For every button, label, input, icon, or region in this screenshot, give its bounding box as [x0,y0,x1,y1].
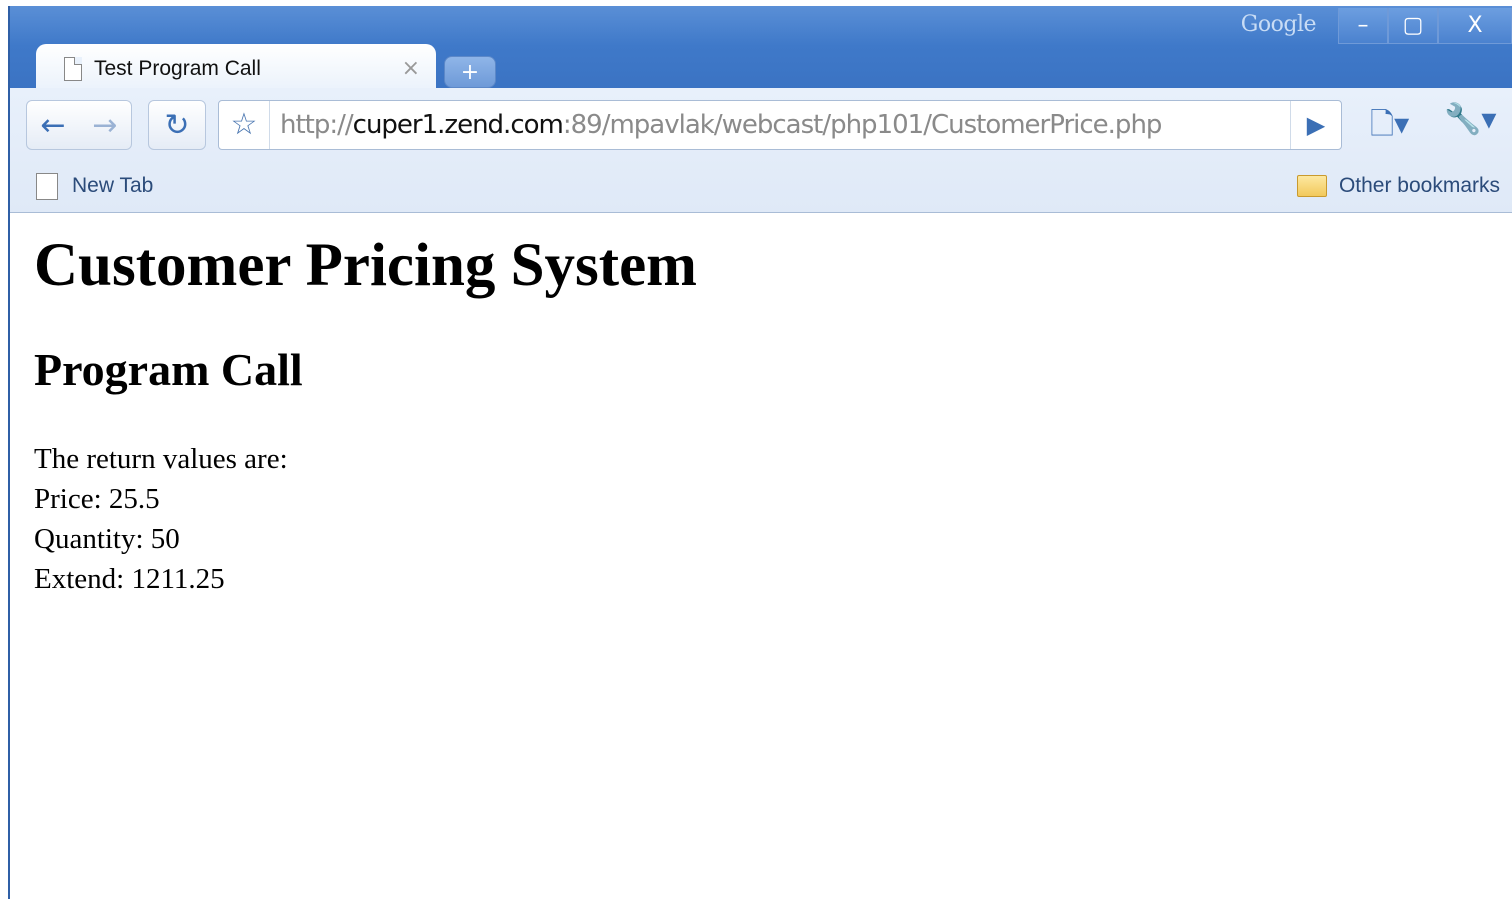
back-forward-group: ← → [26,100,132,150]
return-values: The return values are: Price: 25.5 Quant… [34,439,288,599]
page-content: Customer Pricing System Program Call The… [10,213,1512,899]
other-bookmarks-label: Other bookmarks [1338,174,1500,197]
bookmarks-bar: New Tab Other bookmarks [10,166,1512,206]
maximize-button[interactable]: ▢ [1388,8,1438,44]
url-host: cuper1.zend.com [352,110,564,140]
go-icon[interactable]: ▶ [1290,101,1341,149]
bookmark-new-tab-label: New Tab [72,174,154,197]
quantity-line: Quantity: 50 [34,523,180,555]
page-icon [64,57,82,81]
page-menu-icon[interactable]: 🗋▾ [1370,102,1409,153]
other-bookmarks[interactable]: Other bookmarks [1296,174,1500,198]
page-title: Customer Pricing System [34,232,697,299]
reload-icon: ↻ [164,107,190,143]
back-arrow-icon[interactable]: ← [40,108,65,143]
tab-title: Test Program Call [94,57,261,80]
close-window-button[interactable]: X [1438,8,1512,44]
page-icon [36,172,58,200]
bookmark-star-icon[interactable]: ☆ [219,101,270,149]
url-path: :89/mpavlak/webcast/php101/CustomerPrice… [562,110,1163,140]
minimize-button[interactable]: – [1338,8,1388,44]
tab-test-program-call[interactable]: Test Program Call × [36,44,436,94]
bookmark-new-tab[interactable]: New Tab [36,172,154,200]
extend-line: Extend: 1211.25 [34,563,225,595]
reload-button[interactable]: ↻ [148,100,206,150]
url-scheme: http:// [280,110,354,140]
return-values-label: The return values are: [34,443,288,475]
folder-icon [1296,175,1327,197]
wrench-menu-icon[interactable]: 🔧▾ [1444,102,1496,137]
browser-toolbar: ← → ↻ ☆ http://cuper1.zend.com:89/mpavla… [10,88,1512,213]
google-brand: Google [1240,12,1317,37]
url-text[interactable]: http://cuper1.zend.com:89/mpavlak/webcas… [270,110,1163,140]
close-tab-icon[interactable]: × [402,56,420,81]
new-tab-button[interactable]: + [444,56,496,88]
page-subtitle: Program Call [34,344,303,395]
window-controls: – ▢ X [1338,8,1512,44]
tab-strip: Test Program Call × + [26,40,1512,94]
address-bar[interactable]: ☆ http://cuper1.zend.com:89/mpavlak/webc… [218,100,1342,150]
price-line: Price: 25.5 [34,483,160,515]
forward-arrow-icon[interactable]: → [92,108,117,143]
